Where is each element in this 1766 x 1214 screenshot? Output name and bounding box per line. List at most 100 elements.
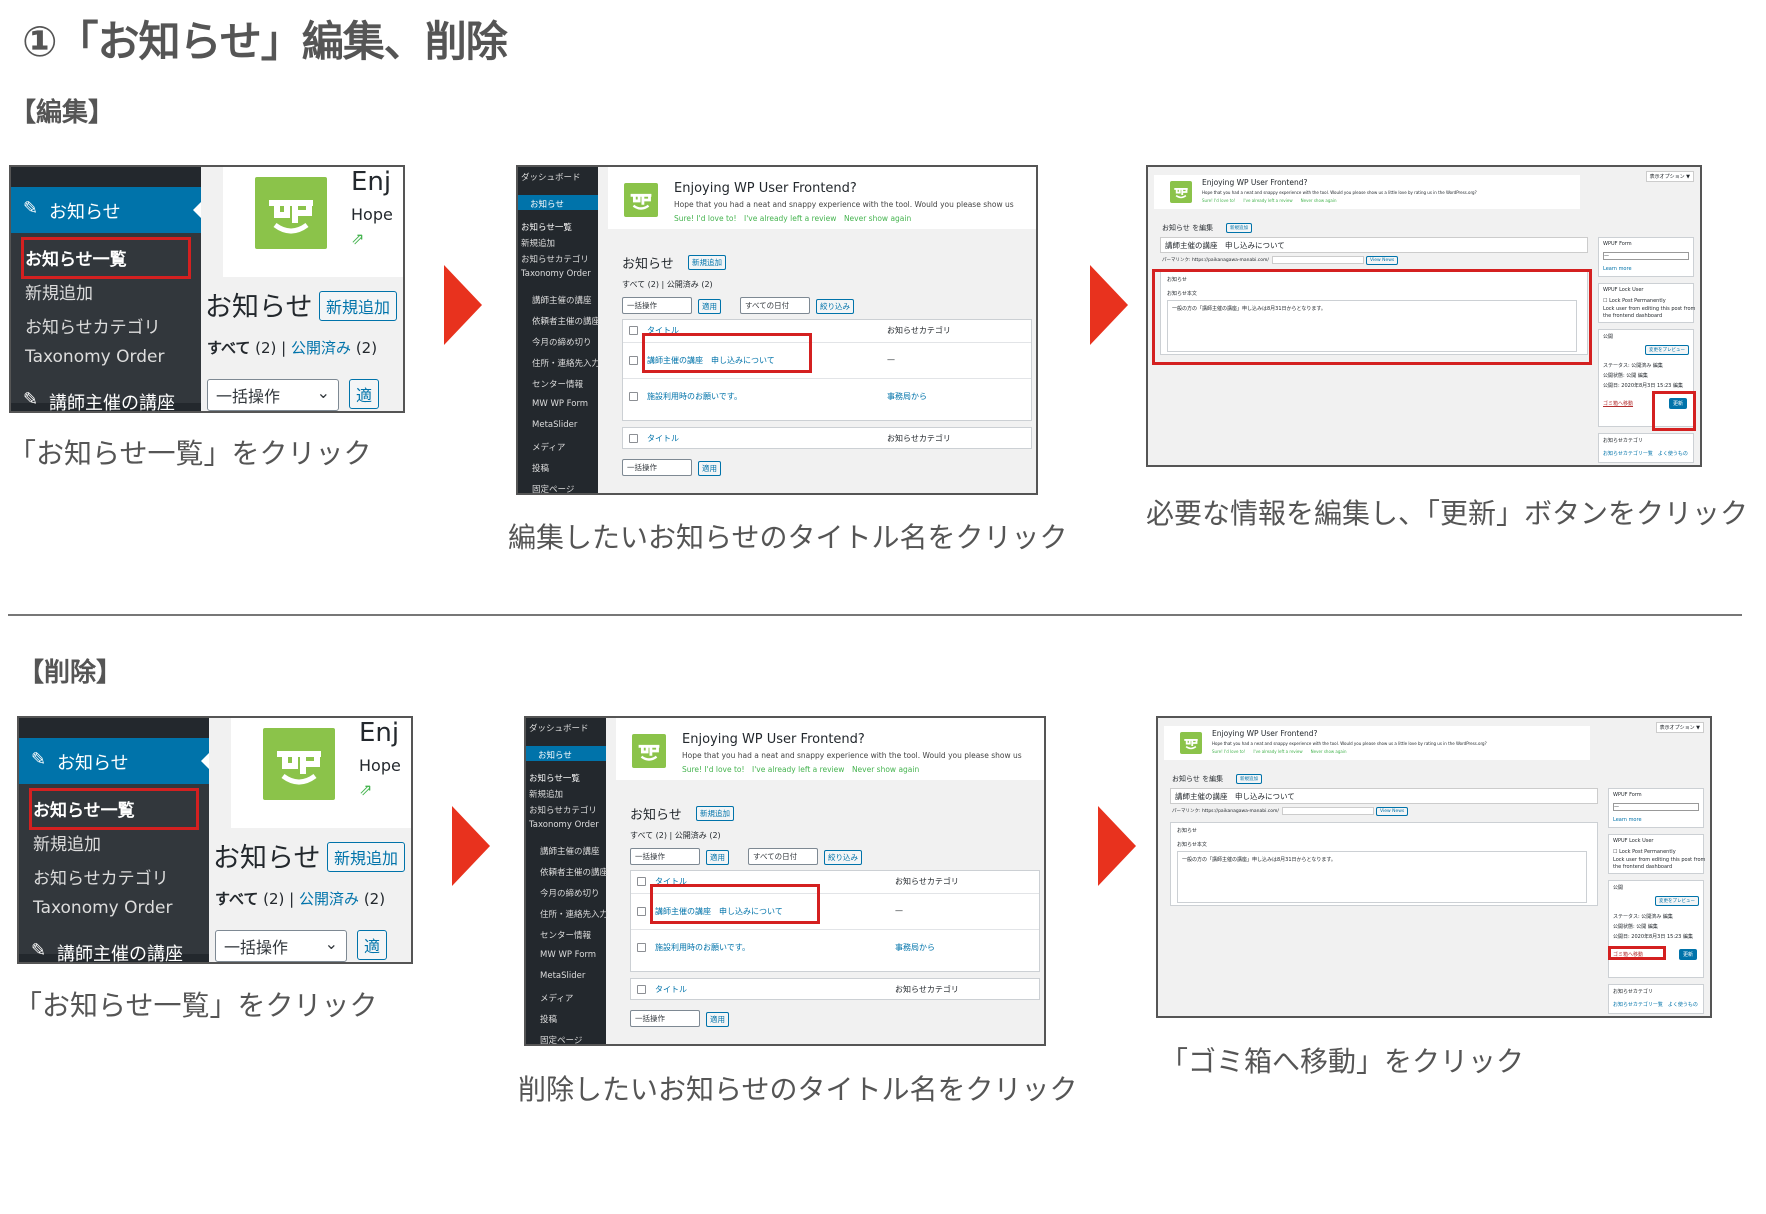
filter-published[interactable]: 公開済み xyxy=(299,890,359,908)
sidebar-item[interactable]: 今月の締め切り xyxy=(532,336,592,348)
add-new-button[interactable]: 新規追加 xyxy=(1226,223,1252,233)
submenu-categories[interactable]: お知らせカテゴリ xyxy=(25,313,161,338)
row-title-link[interactable]: 施設利用時のお願いです。 xyxy=(655,942,750,953)
sidebar-dashboard[interactable]: ダッシュボード xyxy=(521,171,581,183)
menu-notices[interactable]: ✎ お知らせ xyxy=(11,187,202,233)
sidebar-item[interactable]: 講師主催の講座 xyxy=(540,845,600,857)
column-title[interactable]: タイトル xyxy=(647,433,679,444)
sidebar-item[interactable]: 依頼者主催の講座 xyxy=(532,315,600,327)
filter-button[interactable]: 絞り込み xyxy=(816,299,854,314)
bulk-action-select[interactable]: 一括操作 xyxy=(630,1010,700,1027)
wpuf-form-select[interactable]: — xyxy=(1613,803,1699,811)
sidebar-item[interactable]: センター情報 xyxy=(532,378,583,390)
apply-button[interactable]: 適用 xyxy=(706,1012,729,1027)
sidebar-add-new[interactable]: 新規追加 xyxy=(529,788,563,800)
notice-link-never[interactable]: Never show again xyxy=(844,214,911,223)
apply-button[interactable]: 適用 xyxy=(698,461,721,476)
sidebar-notices-list[interactable]: お知らせ一覧 xyxy=(529,772,580,784)
sidebar-item[interactable]: MW WP Form xyxy=(532,399,588,409)
notice-links[interactable]: Sure! I'd love to! I've already left a r… xyxy=(1202,198,1337,204)
sidebar-item[interactable]: 投稿 xyxy=(540,1013,557,1025)
menu-notices[interactable]: ✎ お知らせ xyxy=(19,738,210,784)
sidebar-item[interactable]: 固定ページ xyxy=(532,483,574,493)
row-title-link[interactable]: 施設利用時のお願いです。 xyxy=(647,391,742,402)
sidebar-categories[interactable]: お知らせカテゴリ xyxy=(521,253,589,265)
post-title-input[interactable]: 講師主催の講座 申し込みについて xyxy=(1170,788,1598,804)
filter-all[interactable]: すべて xyxy=(207,339,250,357)
sidebar-item[interactable]: センター情報 xyxy=(540,929,591,941)
category-tabs[interactable]: お知らせカテゴリー覧 よく使うもの xyxy=(1603,450,1688,457)
sidebar-item[interactable]: 住所・連絡先入力 xyxy=(540,908,608,920)
select-all-checkbox[interactable] xyxy=(637,985,646,994)
permalink-slug[interactable] xyxy=(1282,807,1374,815)
bulk-action-select[interactable]: 一括操作 ⌄ xyxy=(207,379,339,411)
column-title[interactable]: タイトル xyxy=(655,984,687,995)
row-checkbox[interactable] xyxy=(637,943,646,952)
notice-link-never[interactable]: Never show again xyxy=(852,765,919,774)
external-link-icon[interactable]: ⇗ xyxy=(351,229,364,248)
learn-more-link[interactable]: Learn more xyxy=(1603,266,1632,272)
view-news-button[interactable]: View News xyxy=(1366,256,1399,265)
filter-published[interactable]: 公開済み xyxy=(291,339,351,357)
lock-checkbox[interactable]: ☐ Lock Post Permanently xyxy=(1603,298,1666,304)
wpuf-form-select[interactable]: — xyxy=(1603,252,1689,260)
preview-button[interactable]: 変更をプレビュー xyxy=(1655,896,1699,906)
sidebar-taxonomy[interactable]: Taxonomy Order xyxy=(521,269,591,279)
bulk-action-select[interactable]: 一括操作 xyxy=(622,297,692,314)
notice-link-reviewed[interactable]: I've already left a review xyxy=(752,765,844,774)
submenu-add-new[interactable]: 新規追加 xyxy=(33,830,101,855)
row-checkbox[interactable] xyxy=(629,356,638,365)
submenu-categories[interactable]: お知らせカテゴリ xyxy=(33,864,169,889)
notice-link-sure[interactable]: Sure! I'd love to! xyxy=(682,765,745,774)
external-link-icon[interactable]: ⇗ xyxy=(359,780,372,799)
filter-button[interactable]: 絞り込み xyxy=(824,850,862,865)
update-button[interactable]: 更新 xyxy=(1679,949,1698,960)
status-filter[interactable]: すべて (2) | 公開済み (2) xyxy=(630,830,721,841)
submenu-taxonomy-order[interactable]: Taxonomy Order xyxy=(25,347,164,367)
sidebar-item[interactable]: 講師主催の講座 xyxy=(532,294,592,306)
body-textarea[interactable]: 一般の方の「講師主催の講座」申し込みは8月31日からとなります。 xyxy=(1177,851,1587,903)
move-to-trash-link[interactable]: ゴミ箱へ移動 xyxy=(1603,400,1633,407)
menu-lecturer-courses[interactable]: 講師主催の講座 xyxy=(57,940,183,962)
sidebar-item[interactable]: メディア xyxy=(532,441,565,453)
row-checkbox[interactable] xyxy=(637,907,646,916)
apply-button[interactable]: 適 xyxy=(349,379,380,409)
date-filter-select[interactable]: すべての日付 xyxy=(740,297,810,314)
preview-button[interactable]: 変更をプレビュー xyxy=(1645,345,1689,355)
select-all-checkbox[interactable] xyxy=(629,326,638,335)
apply-button[interactable]: 適用 xyxy=(698,299,721,314)
sidebar-taxonomy[interactable]: Taxonomy Order xyxy=(529,820,599,830)
sidebar-add-new[interactable]: 新規追加 xyxy=(521,237,555,249)
screen-options-button[interactable]: 表示オプション ▼ xyxy=(1655,722,1704,733)
notice-links[interactable]: Sure! I'd love to! I've already left a r… xyxy=(1212,749,1347,755)
add-new-button[interactable]: 新規追加 xyxy=(696,806,734,821)
sidebar-notices-list[interactable]: お知らせ一覧 xyxy=(521,221,572,233)
status-filter[interactable]: すべて (2) | 公開済み (2) xyxy=(622,279,713,290)
permalink[interactable]: パーマリンク: https://paikanagawa-manabi.com/ xyxy=(1172,808,1279,814)
lock-checkbox[interactable]: ☐ Lock Post Permanently xyxy=(1613,849,1676,855)
sidebar-item[interactable]: MetaSlider xyxy=(532,420,577,430)
sidebar-item[interactable]: MW WP Form xyxy=(540,950,596,960)
bulk-action-select[interactable]: 一括操作 ⌄ xyxy=(215,930,347,962)
submenu-add-new[interactable]: 新規追加 xyxy=(25,279,93,304)
sidebar-item[interactable]: 今月の締め切り xyxy=(540,887,600,899)
add-new-button[interactable]: 新規追加 xyxy=(327,842,406,872)
sidebar-item[interactable]: 固定ページ xyxy=(540,1034,582,1044)
notice-link-sure[interactable]: Sure! I'd love to! xyxy=(674,214,737,223)
add-new-button[interactable]: 新規追加 xyxy=(1236,774,1262,784)
sidebar-item[interactable]: 依頼者主催の講座 xyxy=(540,866,608,878)
row-checkbox[interactable] xyxy=(629,392,638,401)
select-all-checkbox[interactable] xyxy=(637,877,646,886)
menu-lecturer-courses[interactable]: 講師主催の講座 xyxy=(49,389,175,411)
notice-link-reviewed[interactable]: I've already left a review xyxy=(744,214,836,223)
sidebar-categories[interactable]: お知らせカテゴリ xyxy=(529,804,597,816)
category-tabs[interactable]: お知らせカテゴリー覧 よく使うもの xyxy=(1613,1001,1698,1008)
permalink-slug[interactable] xyxy=(1272,256,1364,264)
bulk-action-select[interactable]: 一括操作 xyxy=(630,848,700,865)
select-all-checkbox[interactable] xyxy=(629,434,638,443)
apply-button[interactable]: 適 xyxy=(357,930,388,960)
sidebar-item[interactable]: MetaSlider xyxy=(540,971,585,981)
view-news-button[interactable]: View News xyxy=(1376,807,1409,816)
sidebar-dashboard[interactable]: ダッシュボード xyxy=(529,722,589,734)
apply-button[interactable]: 適用 xyxy=(706,850,729,865)
